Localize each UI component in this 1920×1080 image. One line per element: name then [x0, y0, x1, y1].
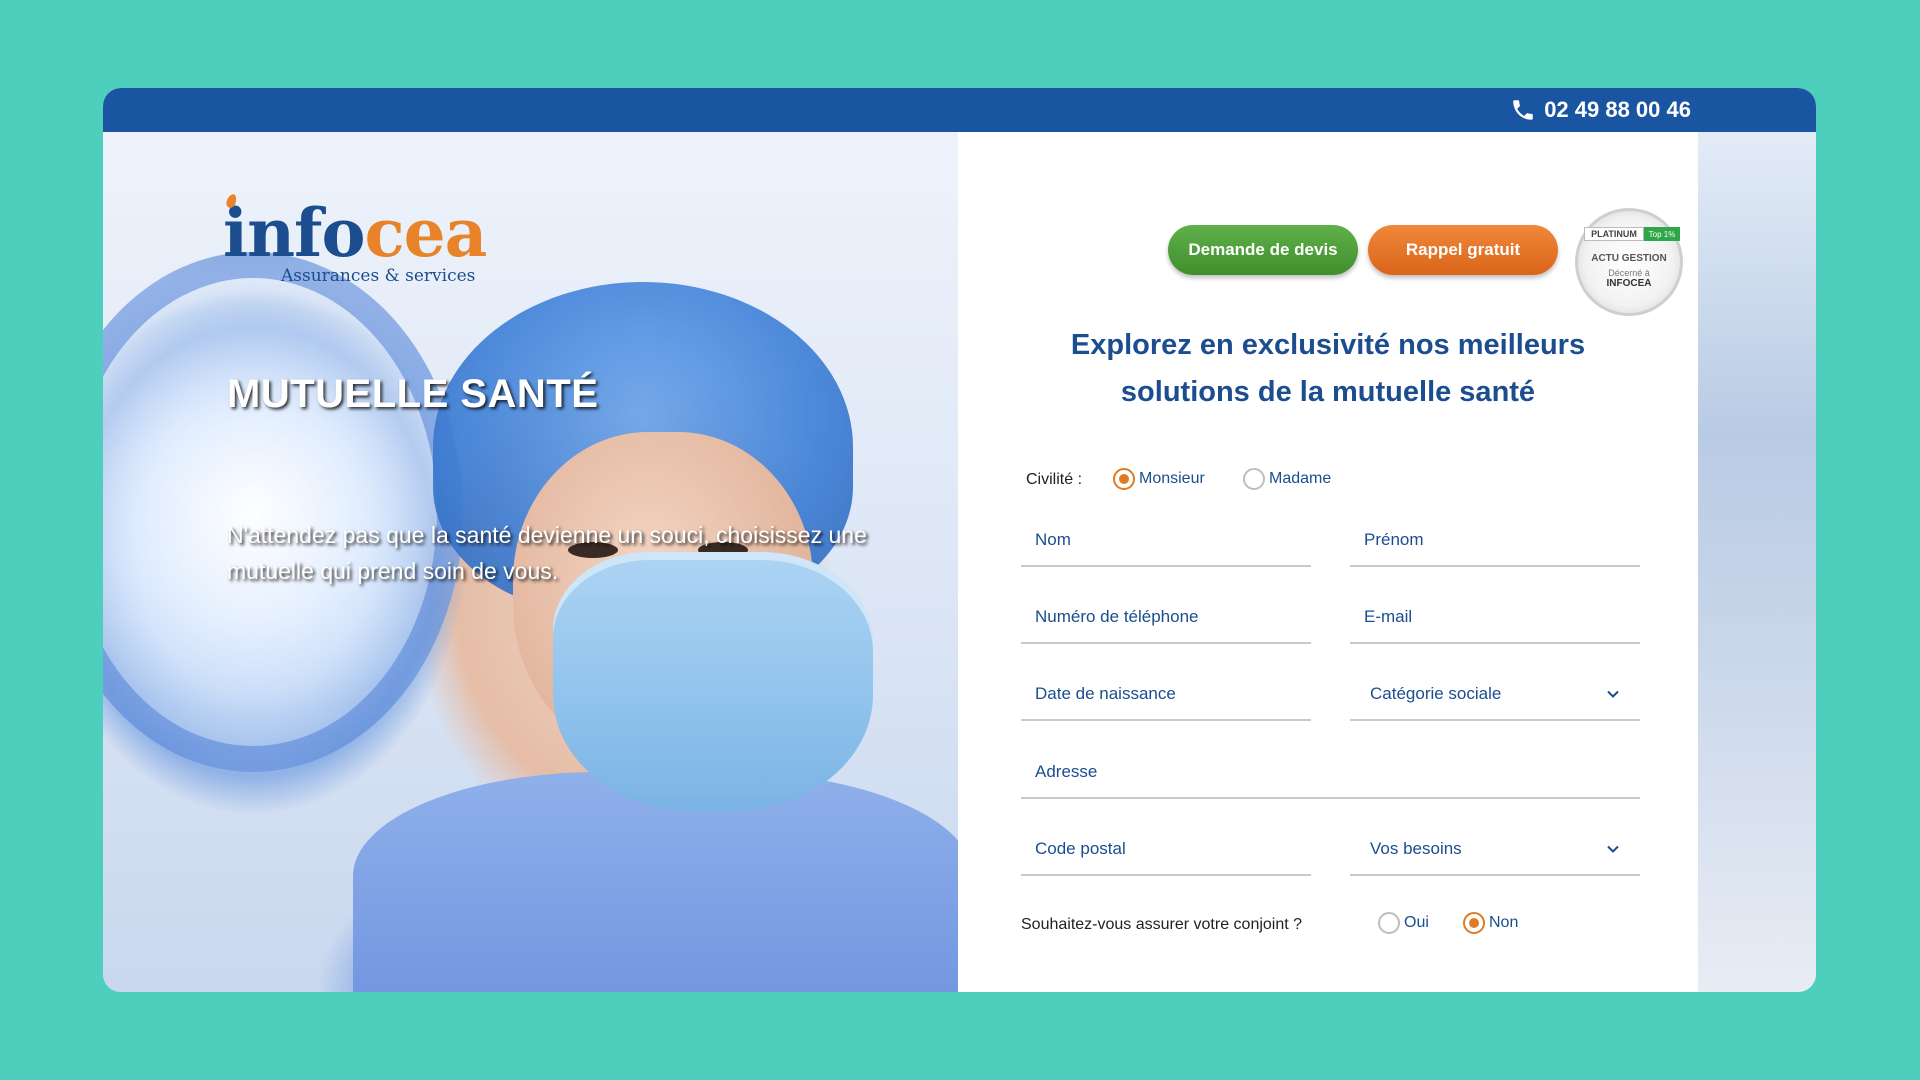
- telephone-input[interactable]: [1021, 592, 1311, 642]
- chevron-down-icon: [1607, 690, 1619, 698]
- radio-unchecked-icon[interactable]: [1243, 468, 1265, 490]
- naissance-field[interactable]: [1021, 669, 1311, 721]
- form-panel: Demande de devis Rappel gratuit PLATINUM…: [958, 132, 1698, 992]
- email-input[interactable]: [1350, 592, 1640, 642]
- logo-tagline: Assurances & services: [281, 266, 476, 286]
- award-badge: PLATINUM Top 1% ACTU GESTION Décerné à IN…: [1575, 208, 1683, 316]
- categorie-value: Catégorie sociale: [1370, 684, 1502, 703]
- naissance-input[interactable]: [1021, 669, 1311, 719]
- badge-ribbon: PLATINUM Top 1%: [1584, 227, 1680, 241]
- besoins-select[interactable]: Vos besoins: [1350, 824, 1640, 876]
- adresse-input[interactable]: [1021, 747, 1640, 797]
- prenom-input[interactable]: [1350, 515, 1640, 565]
- phone-icon: [1513, 100, 1533, 120]
- prenom-field[interactable]: [1350, 515, 1640, 567]
- callback-button[interactable]: Rappel gratuit: [1368, 225, 1558, 275]
- hero-subtitle: N'attendez pas que la santé devienne un …: [227, 522, 867, 584]
- adresse-field[interactable]: [1021, 747, 1640, 799]
- radio-checked-icon[interactable]: [1113, 468, 1135, 490]
- besoins-value: Vos besoins: [1370, 839, 1462, 858]
- code-postal-field[interactable]: [1021, 824, 1311, 876]
- phone-number: 02 49 88 00 46: [1544, 97, 1691, 122]
- code-postal-input[interactable]: [1021, 824, 1311, 874]
- form-title: Explorez en exclusivité nos meilleurs so…: [1070, 329, 1586, 408]
- civility-madame[interactable]: Madame: [1243, 468, 1331, 490]
- infocea-logo[interactable]: infocea Assurances & services: [223, 192, 487, 286]
- nom-field[interactable]: [1021, 515, 1311, 567]
- badge-line2: Décerné à: [1608, 268, 1650, 278]
- hero-image: infocea Assurances & services MUTUELLE S…: [103, 132, 958, 992]
- phone-link[interactable]: 02 49 88 00 46: [1510, 95, 1691, 125]
- spouse-non[interactable]: Non: [1463, 912, 1518, 934]
- radio-unchecked-icon[interactable]: [1378, 912, 1400, 934]
- logo-wordmark: infocea: [223, 194, 487, 272]
- nom-input[interactable]: [1021, 515, 1311, 565]
- civility-monsieur[interactable]: Monsieur: [1113, 468, 1205, 490]
- email-field[interactable]: [1350, 592, 1640, 644]
- surgical-lamp: [103, 252, 463, 772]
- chevron-down-icon: [1607, 845, 1619, 853]
- categorie-select[interactable]: Catégorie sociale: [1350, 669, 1640, 721]
- spouse-question: Souhaitez-vous assurer votre conjoint ?: [1021, 916, 1303, 933]
- hero-title: MUTUELLE SANTÉ: [227, 372, 599, 416]
- browser-page: 02 49 88 00 46 infocea Assurances & serv…: [103, 88, 1816, 992]
- telephone-field[interactable]: [1021, 592, 1311, 644]
- face-mask: [553, 552, 873, 812]
- quote-button[interactable]: Demande de devis: [1168, 225, 1358, 275]
- hero-image-right: [1698, 132, 1816, 992]
- top-bar: 02 49 88 00 46: [103, 88, 1816, 132]
- spouse-oui[interactable]: Oui: [1378, 912, 1429, 934]
- civility-label: Civilité :: [1026, 471, 1083, 488]
- badge-line1: ACTU GESTION: [1591, 253, 1667, 264]
- badge-line3: INFOCEA: [1606, 278, 1652, 289]
- radio-checked-icon[interactable]: [1463, 912, 1485, 934]
